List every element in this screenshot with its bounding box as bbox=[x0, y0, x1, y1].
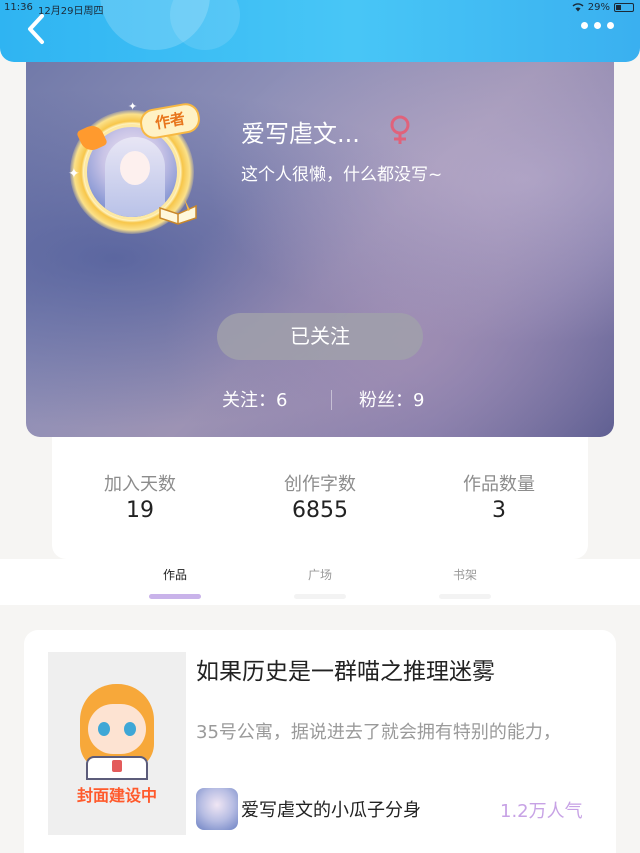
work-description: 35号公寓，据说进去了就会拥有特别的能力， bbox=[196, 722, 561, 743]
author-badge: 作者 bbox=[137, 101, 203, 141]
stat-label: 创作字数 bbox=[284, 474, 356, 495]
cover-placeholder-label: 封面建设中 bbox=[76, 786, 157, 805]
tab-square[interactable]: 广场 bbox=[280, 566, 360, 599]
more-options-icon[interactable] bbox=[581, 22, 614, 29]
tab-label: 作品 bbox=[162, 568, 187, 582]
stat-word-count: 创作字数 6855 bbox=[250, 470, 390, 523]
female-symbol-icon bbox=[390, 115, 410, 144]
following-count[interactable]: 关注：6 bbox=[222, 386, 287, 412]
top-bar: 11:36 12月29日周四 29% bbox=[0, 0, 640, 62]
follow-counts: 关注：6 粉丝：9 bbox=[26, 386, 614, 414]
cover-illustration-face bbox=[88, 704, 146, 754]
stat-value: 19 bbox=[126, 498, 154, 523]
followers-count[interactable]: 粉丝：9 bbox=[359, 386, 424, 412]
status-bar: 11:36 12月29日周四 29% bbox=[0, 2, 640, 17]
sparkle-icon: ✦ bbox=[128, 100, 138, 113]
stat-join-days: 加入天数 19 bbox=[70, 470, 210, 523]
follow-button[interactable]: 已关注 bbox=[217, 313, 423, 360]
back-arrow-icon[interactable] bbox=[22, 12, 52, 46]
author-avatar-small bbox=[196, 788, 238, 830]
divider bbox=[331, 390, 332, 410]
tab-indicator bbox=[149, 594, 201, 599]
work-card[interactable]: 封面建设中 如果历史是一群喵之推理迷雾 35号公寓，据说进去了就会拥有特别的能力… bbox=[24, 630, 616, 853]
work-popularity: 1.2万人气 bbox=[500, 801, 583, 822]
work-cover: 封面建设中 bbox=[48, 652, 186, 835]
work-title: 如果历史是一群喵之推理迷雾 bbox=[196, 659, 495, 685]
stat-value: 3 bbox=[492, 498, 506, 523]
tab-indicator bbox=[294, 594, 346, 599]
stats-card: 加入天数 19 创作字数 6855 作品数量 3 bbox=[52, 437, 588, 559]
sparkle-icon: ✦ bbox=[68, 166, 80, 182]
tab-works[interactable]: 作品 bbox=[135, 566, 215, 599]
cover-illustration-eye bbox=[98, 722, 110, 736]
stat-label: 作品数量 bbox=[463, 474, 535, 495]
author-avatar-frame[interactable]: 作者 ✦ ✦ bbox=[68, 100, 203, 234]
battery-icon bbox=[614, 3, 634, 12]
work-author: 爱写虐文的小瓜子分身 bbox=[241, 800, 421, 821]
tab-indicator bbox=[439, 594, 491, 599]
cover-illustration-eye bbox=[124, 722, 136, 736]
cover-illustration-tie bbox=[112, 760, 122, 772]
wifi-icon bbox=[572, 3, 584, 12]
stat-work-count: 作品数量 3 bbox=[429, 470, 569, 523]
book-quill-icon bbox=[159, 198, 197, 225]
stat-label: 加入天数 bbox=[104, 474, 176, 495]
tab-label: 广场 bbox=[307, 568, 332, 582]
tab-bookshelf[interactable]: 书架 bbox=[425, 566, 505, 599]
stat-value: 6855 bbox=[292, 498, 348, 523]
status-right: 29% bbox=[572, 2, 634, 13]
tab-bar: 作品 广场 书架 bbox=[0, 559, 640, 605]
profile-header-card: 作者 ✦ ✦ 爱写虐文... 这个人很懒，什么都没写~ 已关注 关注：6 粉丝：… bbox=[26, 40, 614, 437]
battery-percent: 29% bbox=[587, 2, 610, 13]
profile-bio: 这个人很懒，什么都没写~ bbox=[241, 165, 443, 185]
tab-label: 书架 bbox=[452, 568, 477, 582]
username: 爱写虐文... bbox=[241, 120, 360, 148]
